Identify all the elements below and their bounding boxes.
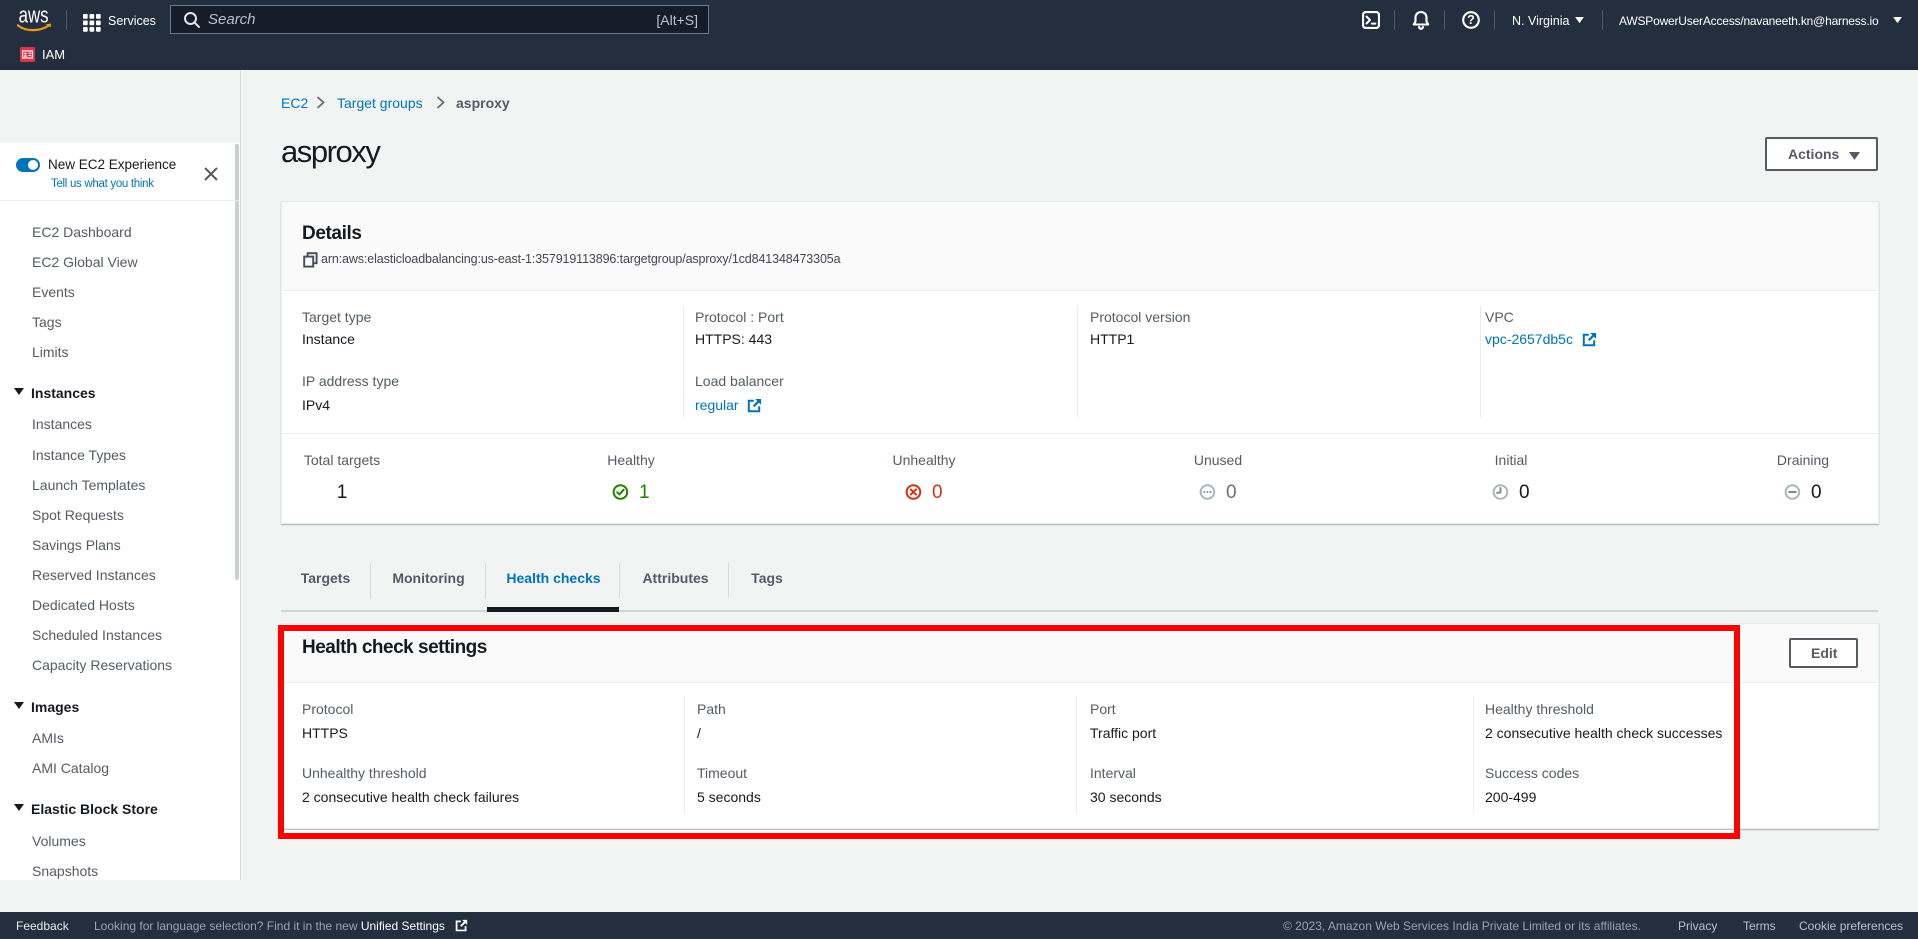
svg-text:?: ?	[1467, 13, 1475, 27]
svg-text:aws: aws	[19, 7, 49, 28]
